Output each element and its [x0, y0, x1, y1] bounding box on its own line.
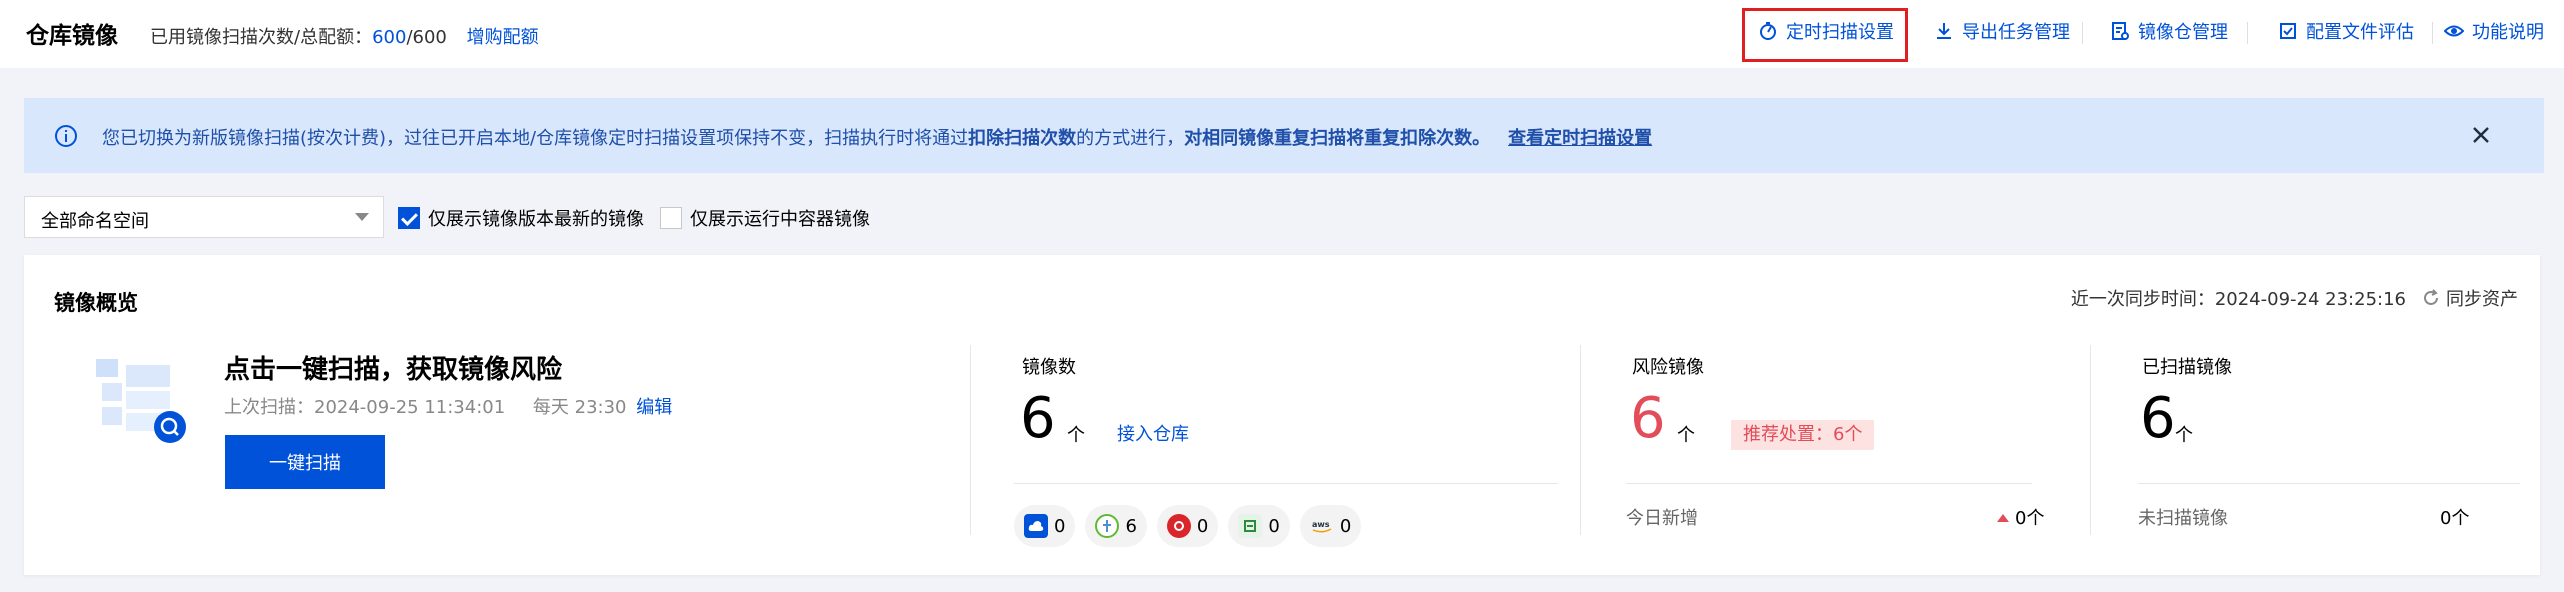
help-label: 功能说明 [2472, 22, 2544, 43]
page-title: 仓库镜像 [26, 23, 118, 49]
notice-text-part: 您已切换为新版镜像扫描(按次计费)，过往已开启本地/仓库镜像定时扫描设置项保持不… [102, 128, 969, 149]
last-scan-time: 上次扫描：2024-09-25 11:34:01 [224, 397, 506, 418]
svg-text:aws: aws [1312, 520, 1330, 529]
registry-count: 6 [1125, 515, 1137, 537]
close-icon[interactable] [2468, 122, 2494, 148]
registry-manage-button[interactable]: 镜像仓管理 [2110, 18, 2228, 44]
quota-label: 已用镜像扫描次数/总配额： [150, 27, 373, 48]
export-tasks-button[interactable]: 导出任务管理 [1934, 18, 2070, 44]
checkbox-checked[interactable] [398, 207, 420, 229]
divider [2138, 483, 2520, 484]
connect-registry-link[interactable]: 接入仓库 [1117, 420, 1189, 446]
toolbar-divider [2082, 22, 2083, 44]
harbor-icon [1095, 514, 1120, 538]
help-button[interactable]: 功能说明 [2444, 18, 2544, 44]
quota-used: 600 [372, 27, 407, 48]
one-click-scan-button[interactable]: 一键扫描 [225, 435, 385, 489]
unscanned-images-label: 未扫描镜像 [2138, 508, 2228, 529]
daily-schedule: 每天 23:30 [532, 397, 627, 418]
sync-assets-button[interactable]: 同步资产 [2422, 285, 2518, 311]
running-only-label: 仅展示运行中容器镜像 [690, 209, 870, 230]
checkbox-unchecked[interactable] [660, 207, 682, 229]
chevron-down-icon [355, 213, 369, 221]
risk-images-value[interactable]: 6 [1630, 391, 1666, 447]
registry-item-aws[interactable]: aws 0 [1299, 505, 1362, 547]
namespace-select[interactable]: 全部命名空间 [24, 196, 384, 238]
registry-item-harbor[interactable]: 6 [1085, 505, 1147, 547]
overview-title: 镜像概览 [54, 291, 138, 315]
aws-icon: aws [1310, 514, 1334, 538]
new-today-label: 今日新增 [1626, 508, 1698, 529]
sync-info: 近一次同步时间：2024-09-24 23:25:16 同步资产 [2071, 285, 2518, 311]
scanned-images-label: 已扫描镜像 [2142, 357, 2232, 378]
toolbar-divider [2432, 22, 2433, 44]
quota-total: /600 [406, 27, 447, 48]
registry-list: 0 6 0 0 aws 0 [1014, 505, 1371, 547]
registry-manage-label: 镜像仓管理 [2138, 22, 2228, 43]
divider [970, 345, 971, 535]
sync-assets-label: 同步资产 [2446, 289, 2518, 310]
info-notice: 您已切换为新版镜像扫描(按次计费)，过往已开启本地/仓库镜像定时扫描设置项保持不… [24, 98, 2544, 173]
notice-text: 您已切换为新版镜像扫描(按次计费)，过往已开启本地/仓库镜像定时扫描设置项保持不… [102, 124, 1652, 150]
divider [1626, 483, 2032, 484]
page-header: 仓库镜像 已用镜像扫描次数/总配额：600/600 增购配额 定时扫描设置 导出… [0, 0, 2564, 68]
unscanned-images-value: 0个 [2440, 508, 2470, 529]
download-icon [1937, 23, 1951, 39]
registry-count: 0 [1268, 515, 1280, 537]
refresh-icon [2424, 289, 2438, 305]
eye-icon [2444, 25, 2464, 37]
registry-count: 0 [1054, 515, 1066, 537]
registry-icon [2112, 22, 2129, 40]
risk-images-label: 风险镜像 [1632, 357, 1704, 378]
scan-meta: 上次扫描：2024-09-25 11:34:01 每天 23:30 编辑 [224, 393, 672, 419]
config-eval-button[interactable]: 配置文件评估 [2278, 18, 2414, 44]
info-icon [55, 125, 77, 147]
edit-schedule-link[interactable]: 编辑 [636, 397, 672, 418]
export-tasks-label: 导出任务管理 [1962, 22, 2070, 43]
registry-item-tencent[interactable]: 0 [1014, 505, 1076, 547]
buy-quota-link[interactable]: 增购配额 [467, 27, 539, 48]
divider [1014, 483, 1558, 484]
jfrog-icon [1166, 514, 1191, 538]
risk-images-unit: 个 [1677, 425, 1695, 446]
new-today-count: 0个 [2015, 508, 2045, 529]
namespace-value: 全部命名空间 [41, 211, 149, 232]
sync-time: 近一次同步时间：2024-09-24 23:25:16 [2070, 289, 2406, 310]
image-count-value: 6 [1020, 386, 1056, 451]
registry-item-alibaba[interactable]: 0 [1228, 505, 1290, 547]
registry-count: 0 [1196, 515, 1209, 537]
running-only-checkbox[interactable]: 仅展示运行中容器镜像 [660, 205, 870, 231]
quota-info: 已用镜像扫描次数/总配额：600/600 增购配额 [150, 23, 539, 49]
view-schedule-link[interactable]: 查看定时扫描设置 [1508, 128, 1652, 149]
registry-count: 0 [1339, 515, 1352, 537]
arrow-up-icon [1997, 514, 2009, 522]
notice-text-bold: 对相同镜像重复扫描将重复扣除次数。 [1184, 128, 1491, 149]
latest-only-label: 仅展示镜像版本最新的镜像 [428, 209, 644, 230]
image-count-label: 镜像数 [1022, 357, 1076, 378]
divider [2090, 345, 2091, 535]
tencent-cloud-icon [1024, 514, 1048, 538]
registry-item-jfrog[interactable]: 0 [1156, 505, 1219, 547]
new-today-value: 0个 [1997, 504, 2044, 530]
notice-text-bold: 扣除扫描次数 [968, 128, 1077, 149]
highlight-box [1742, 8, 1908, 62]
alibaba-cloud-icon [1238, 514, 1263, 538]
latest-only-checkbox[interactable]: 仅展示镜像版本最新的镜像 [398, 205, 644, 231]
config-eval-label: 配置文件评估 [2306, 22, 2414, 43]
toolbar-divider [2247, 22, 2248, 44]
image-count-unit: 个 [1067, 425, 1085, 446]
scanned-images-value: 6 [2140, 386, 2176, 451]
scanned-images-unit: 个 [2175, 425, 2193, 446]
scan-illustration [96, 359, 186, 443]
scan-title: 点击一键扫描，获取镜像风险 [224, 355, 563, 385]
image-overview-card: 镜像概览 近一次同步时间：2024-09-24 23:25:16 同步资产 点击… [24, 255, 2540, 575]
checklist-icon [2280, 23, 2296, 39]
notice-text-part: 的方式进行， [1076, 128, 1185, 149]
recommended-action-badge[interactable]: 推荐处置：6个 [1731, 420, 1875, 450]
divider [1580, 345, 1581, 535]
